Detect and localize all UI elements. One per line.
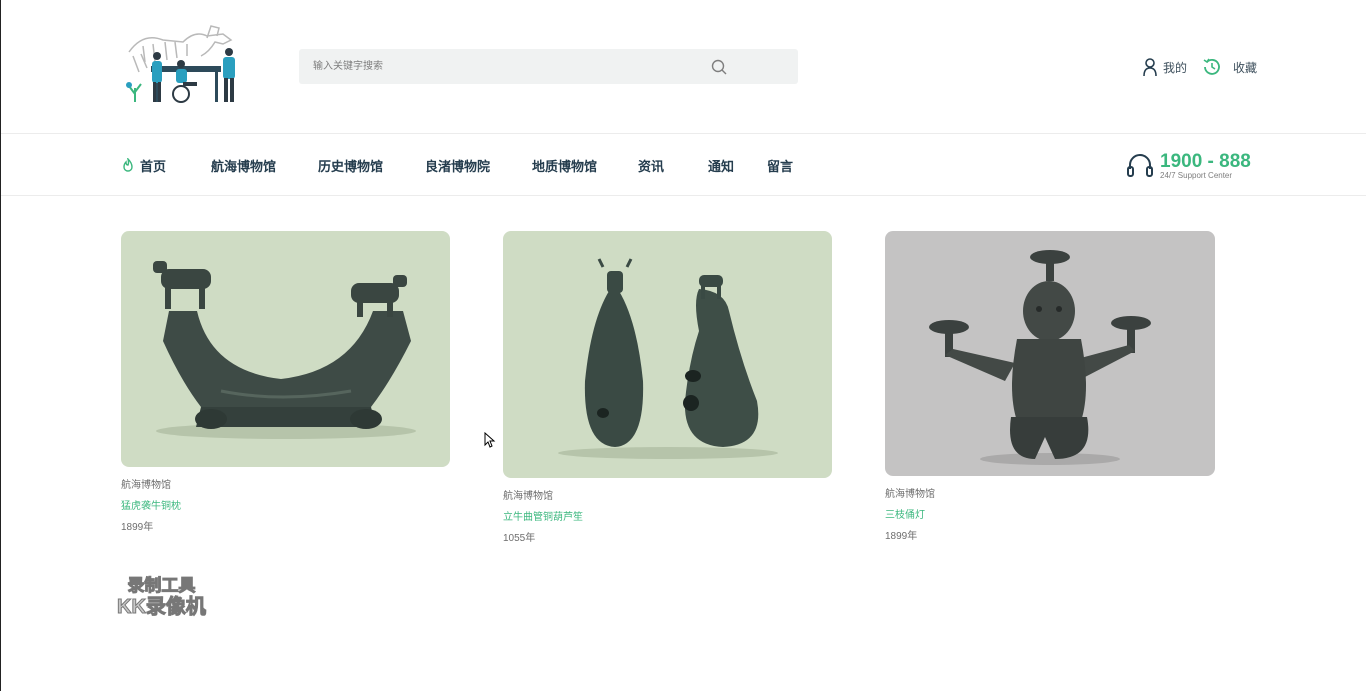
nav-label: 资讯: [638, 158, 665, 174]
favorites-link[interactable]: 收藏: [1201, 56, 1257, 78]
artifact-name-link[interactable]: 立牛曲管铜葫芦笙: [503, 508, 832, 523]
watermark-line2: KK录像机: [117, 595, 207, 618]
bronze-gourd-sheng-image: [558, 258, 778, 459]
support-center: 1900 - 888 24/7 Support Center: [1126, 152, 1251, 180]
nav-label: 良渚博物院: [425, 158, 491, 174]
nav-label: 地质博物馆: [532, 158, 598, 174]
nav-label: 通知: [708, 158, 735, 174]
header-top: 我的 收藏: [1, 0, 1366, 134]
artifact-venue: 航海博物馆: [885, 489, 935, 500]
support-subtitle: 24/7 Support Center: [1160, 171, 1233, 180]
search-bar: [299, 49, 798, 84]
logo-illustration: [126, 25, 235, 103]
artifact-card[interactable]: 航海博物馆 三枝俑灯 1899年: [885, 231, 1215, 542]
support-number[interactable]: 1900 - 888: [1160, 152, 1251, 171]
artifact-image[interactable]: [503, 231, 832, 478]
artifact-card[interactable]: 航海博物馆 猛虎袭牛铜枕 1899年: [121, 231, 450, 533]
nav-label: 首页: [140, 158, 167, 174]
nav-bar: 首页 航海博物馆 历史博物馆 良渚博物院 地质博物馆 资讯 通知 留言 1900…: [1, 134, 1366, 196]
header-actions: 我的 收藏: [1141, 56, 1271, 78]
user-icon: [1143, 58, 1157, 77]
nav-item-message[interactable]: 留言: [767, 156, 807, 175]
nav-item-geology[interactable]: 地质博物馆: [532, 156, 638, 175]
nav-item-liangzhu[interactable]: 良渚博物院: [425, 156, 532, 175]
artifact-name-link[interactable]: 三枝俑灯: [885, 506, 1215, 521]
artifact-year: 1899年: [885, 531, 918, 542]
artifact-card[interactable]: 航海博物馆 立牛曲管铜葫芦笙 1055年: [503, 231, 832, 544]
artifact-image[interactable]: [121, 231, 450, 467]
nav-label: 历史博物馆: [318, 158, 384, 174]
account-label: 我的: [1163, 60, 1188, 75]
nav-item-news[interactable]: 资讯: [638, 156, 708, 175]
watermark-line1: 录制工具: [127, 576, 196, 595]
bronze-pillow-image: [153, 261, 416, 439]
logo[interactable]: [123, 22, 247, 108]
recorder-watermark: 录制工具 KK录像机: [117, 576, 207, 618]
artifact-year: 1899年: [121, 522, 154, 533]
headset-icon: [1127, 154, 1153, 177]
nav-label: 航海博物馆: [211, 158, 277, 174]
nav-item-notice[interactable]: 通知: [708, 156, 767, 175]
fire-icon: [123, 157, 133, 172]
artifact-venue: 航海博物馆: [503, 491, 553, 502]
nav-item-history[interactable]: 历史博物馆: [318, 156, 425, 175]
search-icon[interactable]: [709, 57, 729, 77]
nav-label: 留言: [767, 158, 794, 174]
search-input[interactable]: [313, 49, 703, 84]
account-link[interactable]: 我的: [1141, 57, 1187, 77]
artifact-name-link[interactable]: 猛虎袭牛铜枕: [121, 497, 450, 512]
mouse-cursor-icon: [484, 431, 496, 453]
artifact-image[interactable]: [885, 231, 1215, 476]
nav-item-maritime[interactable]: 航海博物馆: [211, 156, 318, 175]
main-nav: 首页 航海博物馆 历史博物馆 良渚博物院 地质博物馆 资讯 通知 留言: [121, 134, 807, 196]
artifact-year: 1055年: [503, 533, 536, 544]
favorites-label: 收藏: [1233, 60, 1258, 75]
artifact-venue: 航海博物馆: [121, 480, 171, 491]
clock-history-icon: [1203, 58, 1220, 75]
kneeling-figure-lamp-image: [929, 250, 1151, 465]
nav-item-home[interactable]: 首页: [121, 156, 211, 175]
